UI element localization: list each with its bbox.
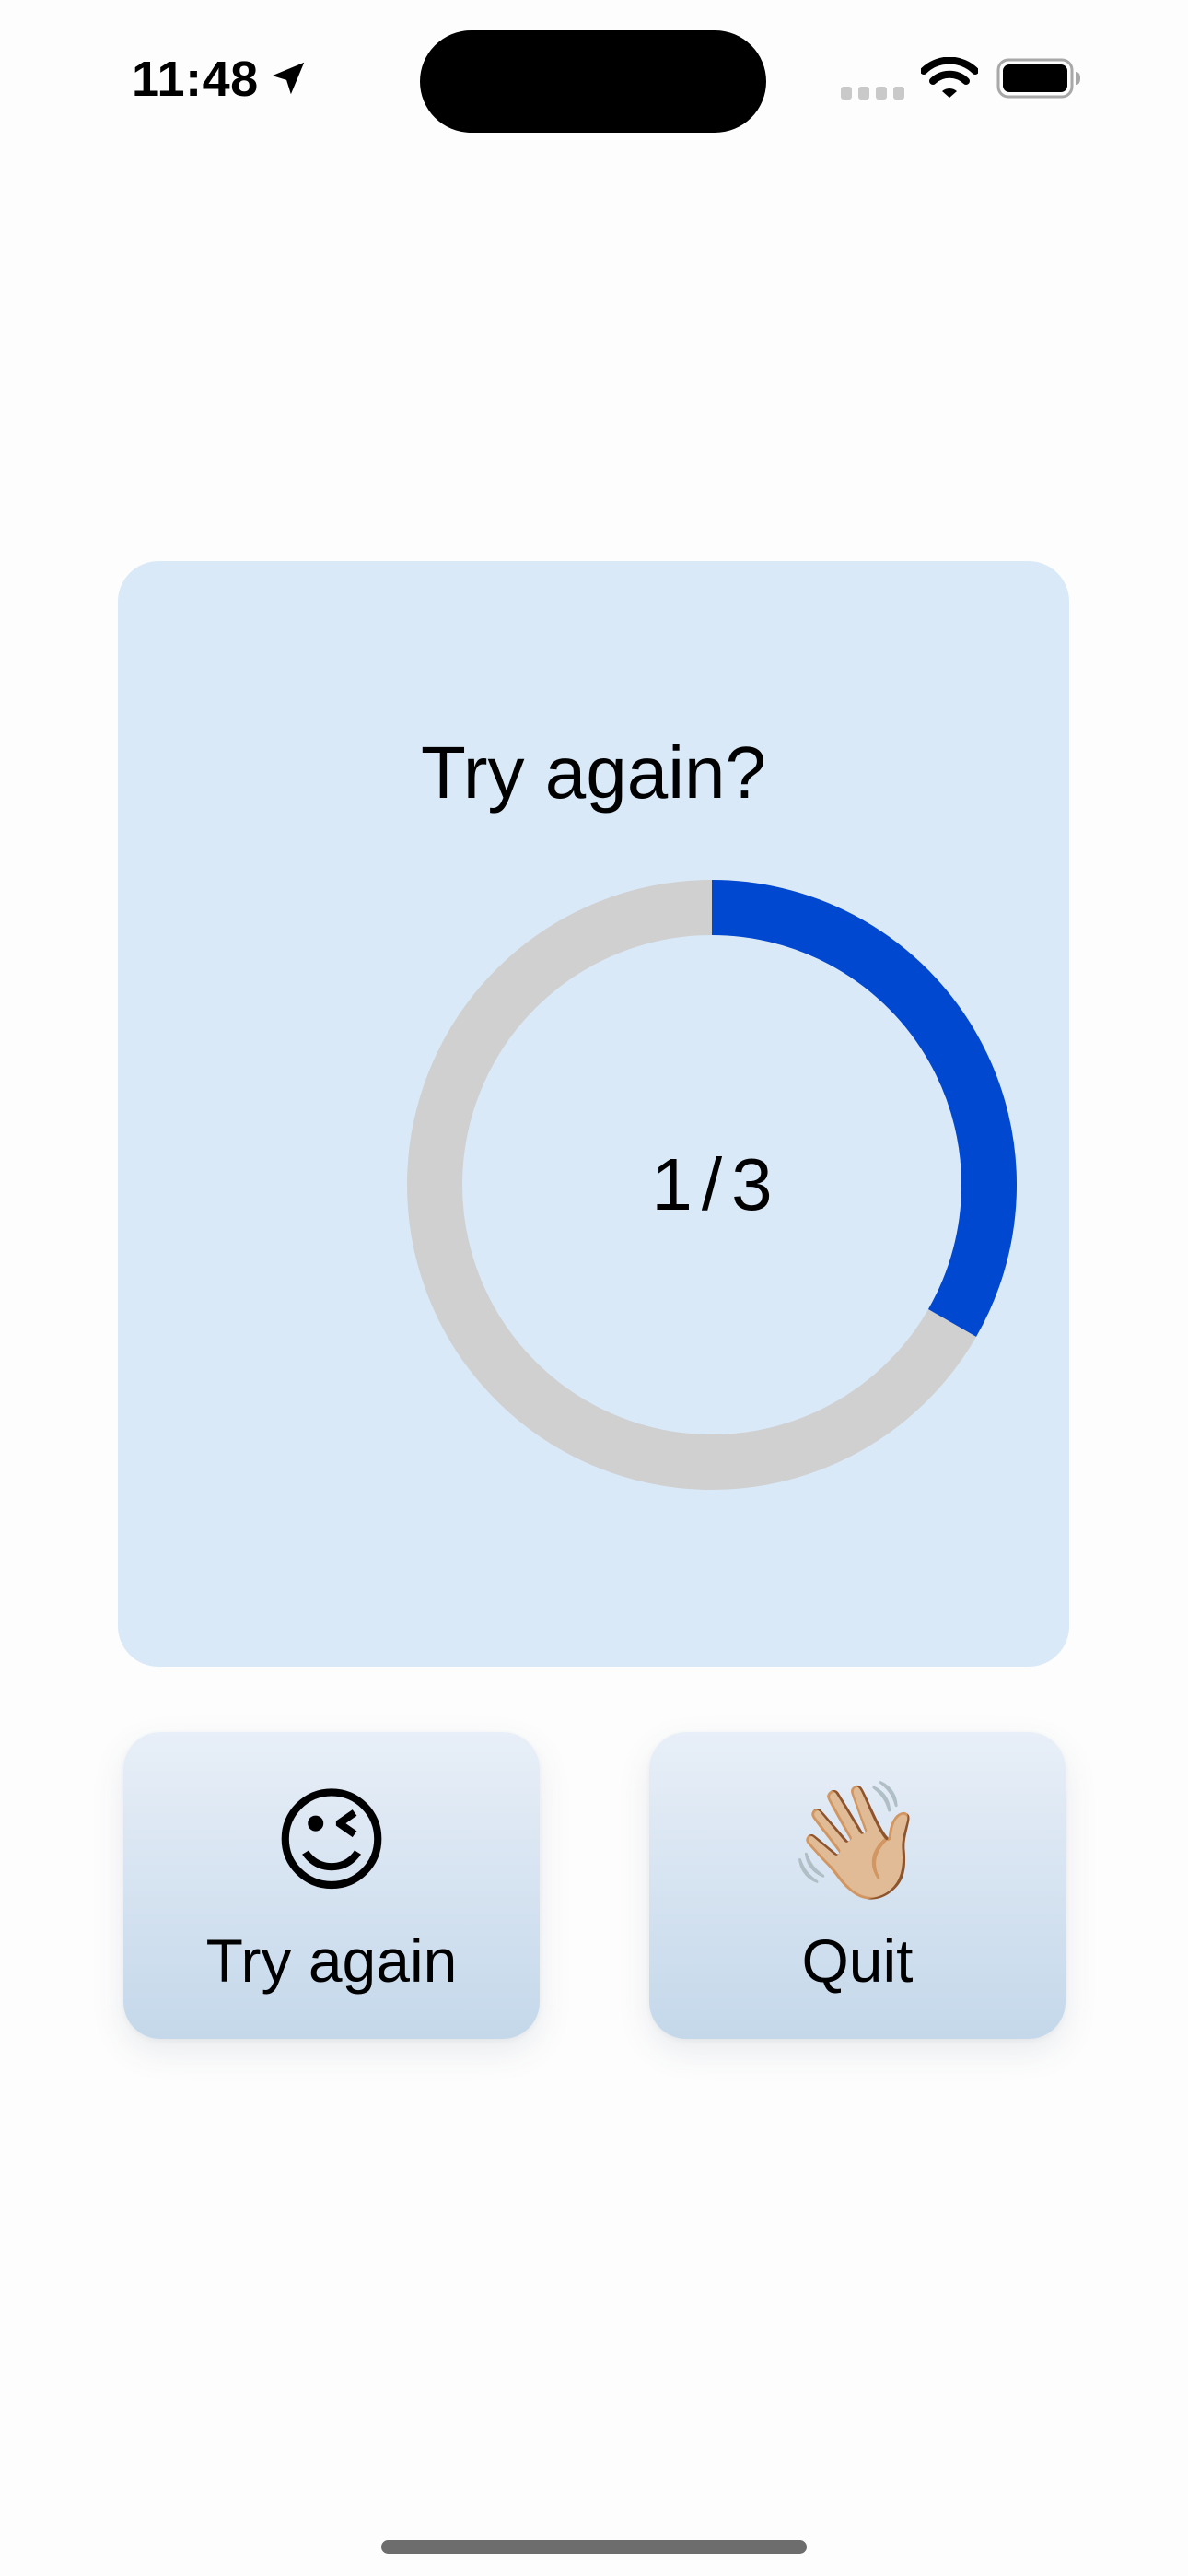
quit-label: Quit (801, 1926, 914, 1995)
wifi-icon (921, 57, 978, 98)
result-card: Try again? 1/3 (118, 561, 1069, 1667)
home-indicator (381, 2540, 807, 2554)
battery-icon (996, 58, 1080, 99)
dynamic-island (420, 30, 766, 133)
status-time: 11:48 (132, 52, 259, 107)
quit-button[interactable]: 👋🏼 Quit (649, 1732, 1066, 2039)
cellular-signal-icon (841, 87, 904, 100)
progress-current: 1 (651, 1143, 693, 1225)
try-again-button[interactable]: 😉 Try again (123, 1732, 540, 2039)
waving-hand-icon: 👋🏼 (786, 1778, 929, 1905)
winking-face-icon: 😉 (272, 1778, 391, 1905)
progress-counter: 1/3 (407, 880, 1017, 1490)
progress-total: 3 (731, 1143, 773, 1225)
progress-separator: / (701, 1143, 723, 1225)
card-title: Try again? (421, 732, 766, 814)
location-arrow-icon (272, 62, 305, 95)
try-again-label: Try again (205, 1926, 458, 1995)
